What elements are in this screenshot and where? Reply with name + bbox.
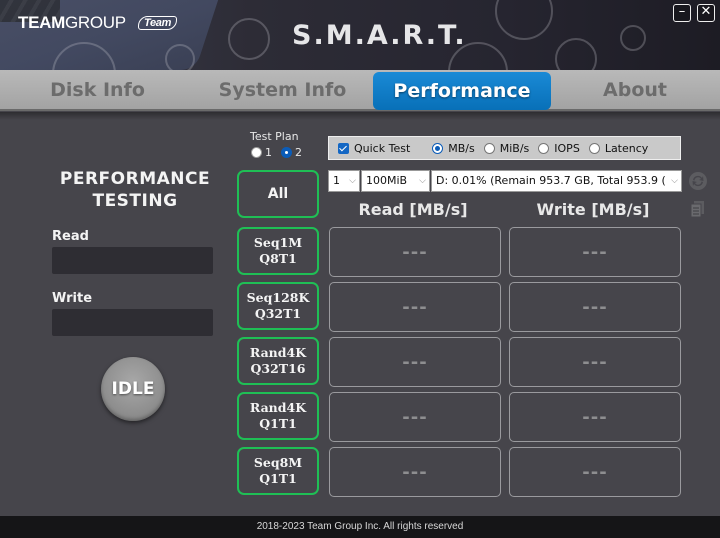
chevron-down-icon: ⌵ bbox=[417, 171, 426, 191]
test-plan-option-1-label: 1 bbox=[265, 146, 272, 159]
test-plan-radio-2[interactable] bbox=[281, 147, 292, 158]
write-result-rand4k-q1t1: --- bbox=[509, 392, 681, 442]
unit-radio-latency[interactable]: Latency bbox=[588, 141, 649, 155]
test-label: All bbox=[267, 186, 289, 202]
write-value-field bbox=[52, 309, 213, 336]
test-rand4k-q32t16-button[interactable]: Rand4K Q32T16 bbox=[237, 337, 319, 385]
tab-about[interactable]: About bbox=[560, 70, 710, 111]
write-result-seq1m: --- bbox=[509, 227, 681, 277]
close-button[interactable]: ✕ bbox=[697, 4, 715, 22]
team-logo-mark: Team bbox=[137, 16, 178, 30]
radio-empty-icon bbox=[483, 142, 495, 154]
select-value: 1 bbox=[333, 174, 340, 187]
minimize-button[interactable]: – bbox=[673, 4, 691, 22]
test-label-line2: Q32T16 bbox=[250, 361, 306, 376]
test-label-line1: Seq1M bbox=[253, 235, 303, 250]
tab-bar: Disk Info System Info Performance About bbox=[0, 70, 720, 111]
write-column-header: Write [MB/s] bbox=[536, 200, 650, 219]
chart-bars-icon bbox=[495, 0, 553, 40]
performance-testing-title: PERFORMANCE TESTING bbox=[40, 168, 230, 212]
test-rand4k-q1t1-button[interactable]: Rand4K Q1T1 bbox=[237, 392, 319, 440]
test-size-select[interactable]: 100MiB ⌵ bbox=[361, 170, 430, 192]
quick-test-label: Quick Test bbox=[354, 141, 411, 155]
test-options-strip: Quick Test MB/s MiB/s IOPS Latency bbox=[328, 136, 681, 160]
select-value: D: 0.01% (Remain 953.7 GB, Total 953.9 ( bbox=[436, 174, 666, 187]
write-result-seq8m: --- bbox=[509, 447, 681, 497]
quick-test-checkbox[interactable]: Quick Test bbox=[338, 142, 410, 155]
read-result-rand4k-q32t16: --- bbox=[329, 337, 501, 387]
test-plan-label: Test Plan bbox=[250, 130, 299, 143]
write-label: Write bbox=[52, 291, 93, 306]
test-seq8m-q1t1-button[interactable]: Seq8M Q1T1 bbox=[237, 447, 319, 495]
test-plan-option-2-label: 2 bbox=[295, 146, 302, 159]
checkbox-checked-icon bbox=[338, 142, 349, 154]
chevron-down-icon: ⌵ bbox=[347, 171, 356, 191]
title-line-2: TESTING bbox=[92, 191, 178, 211]
radio-selected-icon bbox=[432, 142, 444, 154]
tab-shadow bbox=[0, 112, 720, 120]
select-value: 100MiB bbox=[366, 174, 408, 187]
test-label-line1: Rand4K bbox=[249, 345, 307, 360]
gamepad-icon bbox=[555, 38, 597, 70]
clipboard-icon bbox=[228, 18, 270, 60]
test-count-select[interactable]: 1 ⌵ bbox=[328, 170, 360, 192]
test-plan-options: 1 2 bbox=[251, 146, 302, 159]
refresh-icon[interactable] bbox=[688, 171, 708, 191]
test-label-line2: Q32T1 bbox=[254, 306, 302, 321]
read-result-seq1m: --- bbox=[329, 227, 501, 277]
write-result-seq128k: --- bbox=[509, 282, 681, 332]
app-header: TEAMGROUP Team S.M.A.R.T. – ✕ bbox=[0, 0, 720, 70]
teamgroup-logo: TEAMGROUP Team bbox=[18, 13, 178, 33]
tab-performance[interactable]: Performance bbox=[373, 72, 551, 110]
test-plan-radio-1[interactable] bbox=[251, 147, 262, 158]
tab-disk-info[interactable]: Disk Info bbox=[20, 70, 175, 111]
unit-label: MB/s bbox=[448, 141, 475, 155]
unit-label: IOPS bbox=[554, 141, 580, 155]
read-result-rand4k-q1t1: --- bbox=[329, 392, 501, 442]
copyright-footer: 2018-2023 Team Group Inc. All rights res… bbox=[0, 516, 720, 538]
drive-select[interactable]: D: 0.01% (Remain 953.7 GB, Total 953.9 (… bbox=[431, 170, 682, 192]
unit-label: Latency bbox=[604, 141, 649, 155]
title-line-1: PERFORMANCE bbox=[59, 169, 211, 189]
read-column-header: Read [MB/s] bbox=[358, 200, 468, 219]
unit-radio-iops[interactable]: IOPS bbox=[538, 142, 580, 155]
test-all-button[interactable]: All bbox=[237, 170, 319, 218]
chevron-down-icon: ⌵ bbox=[669, 171, 678, 191]
unit-radio-mbs[interactable]: MB/s bbox=[432, 141, 475, 155]
test-label-line2: Q1T1 bbox=[259, 416, 297, 431]
folder-icon bbox=[165, 44, 195, 70]
copy-icon[interactable] bbox=[688, 199, 708, 219]
gear-icon bbox=[620, 25, 646, 51]
unit-radio-mibs[interactable]: MiB/s bbox=[483, 141, 530, 155]
write-result-rand4k-q32t16: --- bbox=[509, 337, 681, 387]
test-label-line2: Q1T1 bbox=[259, 471, 297, 486]
test-label-line1: Seq8M bbox=[253, 455, 303, 470]
read-label: Read bbox=[52, 229, 89, 244]
app-title: S.M.A.R.T. bbox=[292, 20, 467, 51]
unit-label: MiB/s bbox=[499, 141, 530, 155]
test-label-line1: Seq128K bbox=[246, 290, 310, 305]
read-result-seq128k: --- bbox=[329, 282, 501, 332]
read-value-field bbox=[52, 247, 213, 274]
test-seq128k-q32t1-button[interactable]: Seq128K Q32T1 bbox=[237, 282, 319, 330]
test-label-line1: Rand4K bbox=[249, 400, 307, 415]
test-label-line2: Q8T1 bbox=[259, 251, 297, 266]
read-result-seq8m: --- bbox=[329, 447, 501, 497]
tab-system-info[interactable]: System Info bbox=[205, 70, 360, 111]
test-seq1m-q8t1-button[interactable]: Seq1M Q8T1 bbox=[237, 227, 319, 275]
radio-empty-icon bbox=[588, 142, 600, 154]
idle-status-button[interactable]: IDLE bbox=[101, 357, 165, 421]
radio-empty-icon bbox=[538, 142, 550, 154]
